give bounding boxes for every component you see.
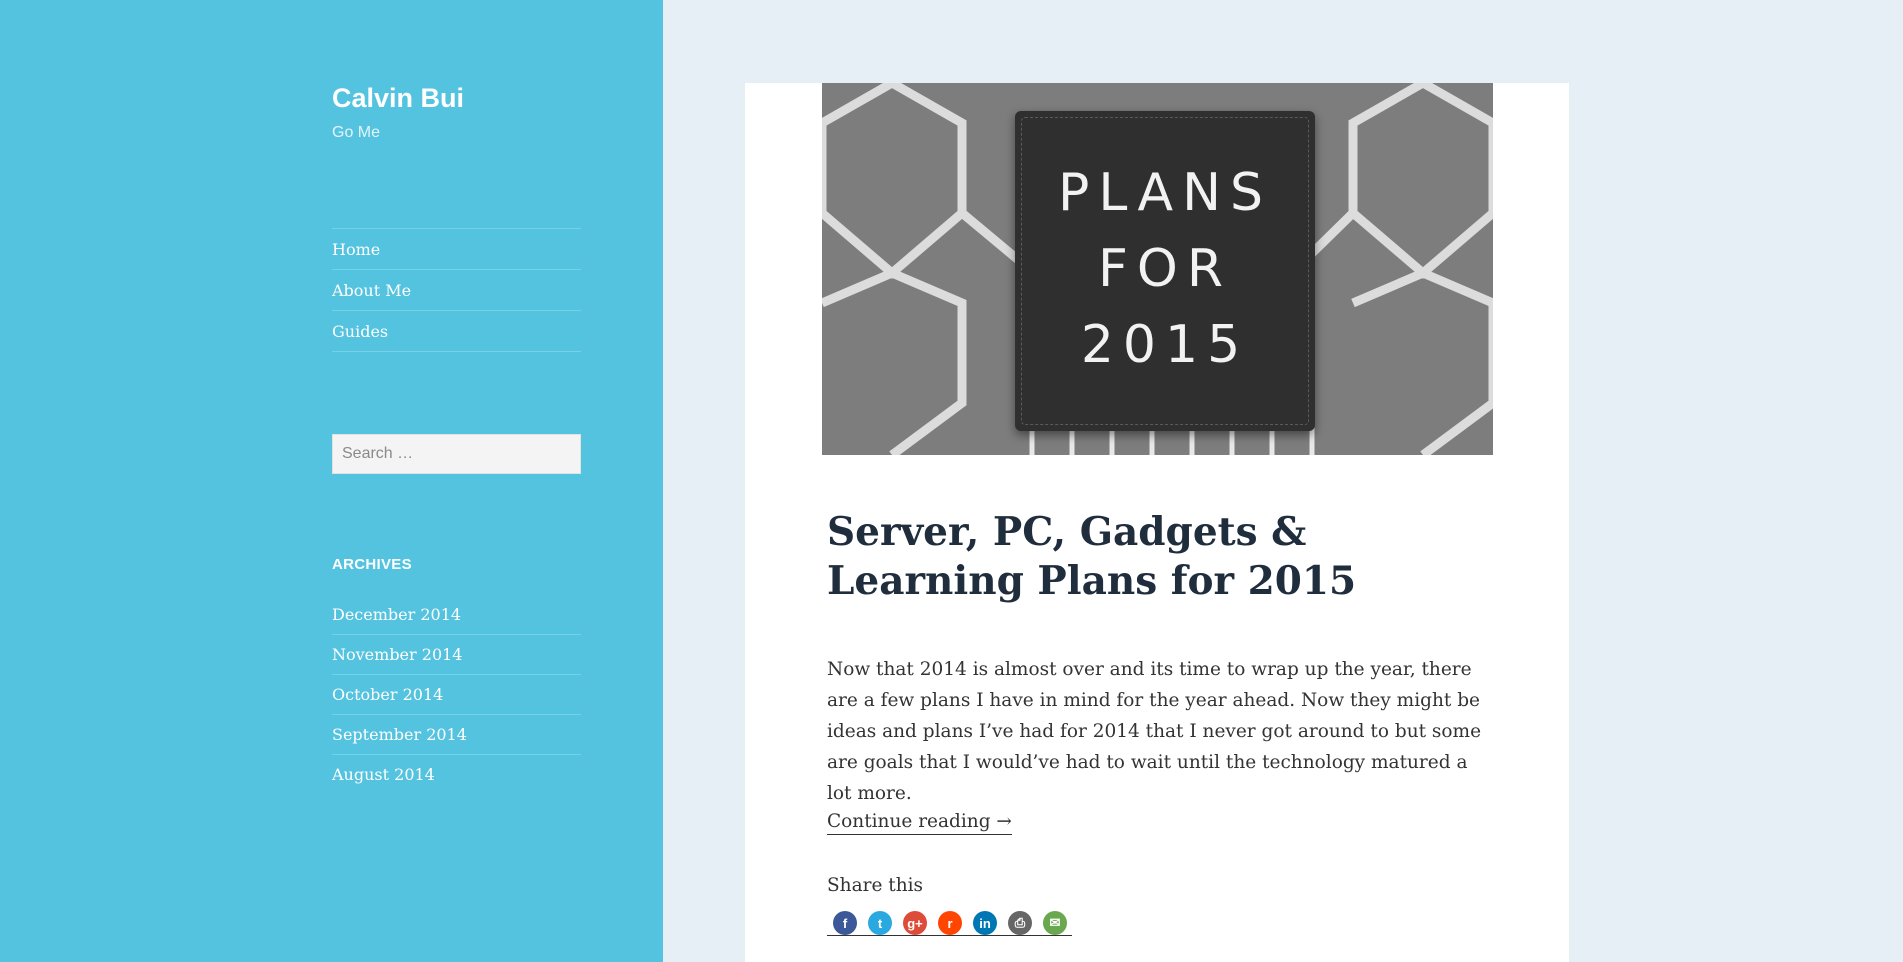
archive-link[interactable]: November 2014 [332, 635, 581, 675]
nav-item-home[interactable]: Home [332, 229, 581, 270]
twitter-icon[interactable]: t [868, 911, 892, 935]
post-card: PLANS FOR 2015 Server, PC, Gadgets & Lea… [745, 83, 1569, 962]
post-title[interactable]: Server, PC, Gadgets & Learning Plans for… [827, 508, 1487, 606]
share-heading: Share this [827, 875, 924, 896]
reddit-icon[interactable]: r [938, 911, 962, 935]
linkedin-icon[interactable]: in [973, 911, 997, 935]
print-icon[interactable]: ⎙ [1008, 911, 1032, 935]
binder: PLANS FOR 2015 [1015, 111, 1315, 431]
google-plus-icon[interactable]: g+ [903, 911, 927, 935]
archive-link[interactable]: August 2014 [332, 755, 581, 795]
binder-text-line: 2015 [1080, 315, 1250, 375]
archive-link[interactable]: September 2014 [332, 715, 581, 755]
binder-text-line: PLANS [1058, 163, 1272, 223]
sidebar-content: Calvin Bui Go Me Home About Me Guides AR… [332, 78, 581, 795]
site-tagline: Go Me [332, 124, 381, 141]
nav-item-about-me[interactable]: About Me [332, 270, 581, 311]
post-featured-image[interactable]: PLANS FOR 2015 [822, 83, 1493, 455]
nav-item-guides[interactable]: Guides [332, 311, 581, 352]
site-title[interactable]: Calvin Bui [332, 78, 581, 118]
facebook-icon[interactable]: f [833, 911, 857, 935]
email-icon[interactable]: ✉ [1043, 911, 1067, 935]
archives-list: December 2014 November 2014 October 2014… [332, 595, 581, 795]
binder-text: PLANS FOR 2015 [1015, 155, 1315, 383]
archive-link[interactable]: December 2014 [332, 595, 581, 635]
post-excerpt: Now that 2014 is almost over and its tim… [827, 659, 1482, 804]
search-input[interactable] [332, 434, 581, 474]
archive-link[interactable]: October 2014 [332, 675, 581, 715]
share-buttons: f t g+ r in ⎙ ✉ [827, 911, 1072, 936]
binder-text-line: FOR [1098, 239, 1232, 299]
main-navigation: Home About Me Guides [332, 228, 581, 352]
sidebar: Calvin Bui Go Me Home About Me Guides AR… [0, 0, 663, 962]
archives-heading: ARCHIVES [332, 556, 412, 573]
continue-reading-link[interactable]: Continue reading → [827, 811, 1012, 835]
